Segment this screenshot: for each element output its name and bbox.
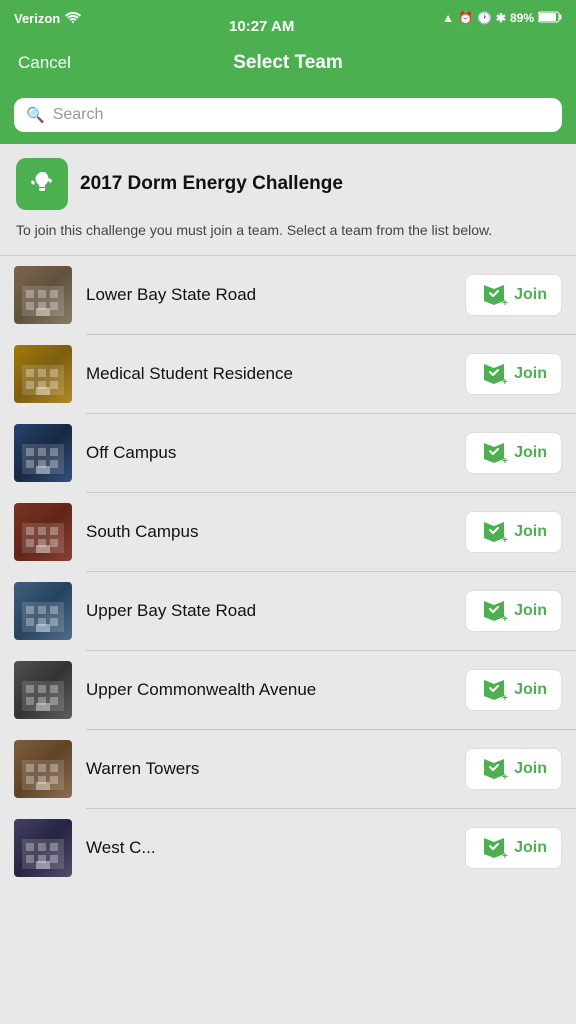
team-name-label: Medical Student Residence — [86, 363, 451, 385]
join-label: Join — [514, 602, 547, 620]
team-item: Upper Commonwealth Avenue + Join — [0, 651, 576, 729]
team-image — [14, 740, 72, 798]
svg-text:+: + — [502, 851, 508, 860]
status-left: Verizon — [14, 11, 81, 26]
team-item: Off Campus + Join — [0, 414, 576, 492]
search-bar: 🔍 — [14, 98, 562, 132]
team-item: South Campus + Join — [0, 493, 576, 571]
battery-label: 89% — [510, 11, 534, 25]
join-label: Join — [514, 760, 547, 778]
join-label: Join — [514, 839, 547, 857]
team-item: West C... + Join — [0, 809, 576, 887]
team-image — [14, 266, 72, 324]
alarm-icon: ⏰ — [458, 11, 473, 25]
team-item: Lower Bay State Road + Join — [0, 256, 576, 334]
team-name-label: Lower Bay State Road — [86, 284, 451, 306]
bluetooth-icon: ✱ — [496, 11, 506, 25]
join-button[interactable]: + Join — [465, 827, 562, 869]
clock-icon: 🕐 — [477, 11, 492, 25]
search-icon: 🔍 — [26, 106, 45, 124]
nav-bar: Cancel Select Team — [0, 36, 576, 90]
team-name-label: Upper Bay State Road — [86, 600, 451, 622]
team-image — [14, 424, 72, 482]
team-image — [14, 582, 72, 640]
team-item: Upper Bay State Road + Join — [0, 572, 576, 650]
join-button[interactable]: + Join — [465, 590, 562, 632]
status-right: ▲ ⏰ 🕐 ✱ 89% — [442, 11, 562, 26]
team-name-label: Warren Towers — [86, 758, 451, 780]
carrier-label: Verizon — [14, 11, 60, 26]
team-image — [14, 661, 72, 719]
challenge-icon — [16, 158, 68, 210]
team-image — [14, 819, 72, 877]
team-image — [14, 345, 72, 403]
challenge-header: 2017 Dorm Energy Challenge — [0, 144, 576, 220]
join-button[interactable]: + Join — [465, 274, 562, 316]
join-label: Join — [514, 365, 547, 383]
search-input[interactable] — [53, 106, 550, 124]
challenge-title: 2017 Dorm Energy Challenge — [80, 173, 343, 195]
team-name-label: Upper Commonwealth Avenue — [86, 679, 451, 701]
team-name-label: West C... — [86, 837, 451, 859]
team-item: Medical Student Residence + Join — [0, 335, 576, 413]
svg-text:+: + — [502, 456, 508, 465]
cancel-button[interactable]: Cancel — [18, 53, 71, 73]
join-button[interactable]: + Join — [465, 353, 562, 395]
team-name-label: Off Campus — [86, 442, 451, 464]
join-button[interactable]: + Join — [465, 748, 562, 790]
page-title: Select Team — [233, 52, 342, 74]
svg-text:+: + — [502, 614, 508, 623]
svg-text:+: + — [502, 377, 508, 386]
join-button[interactable]: + Join — [465, 432, 562, 474]
join-label: Join — [514, 444, 547, 462]
join-label: Join — [514, 286, 547, 304]
join-button[interactable]: + Join — [465, 511, 562, 553]
challenge-description: To join this challenge you must join a t… — [0, 220, 576, 255]
join-label: Join — [514, 681, 547, 699]
join-label: Join — [514, 523, 547, 541]
battery-icon — [538, 11, 562, 26]
svg-text:+: + — [502, 693, 508, 702]
svg-text:+: + — [502, 772, 508, 781]
team-image — [14, 503, 72, 561]
search-container: 🔍 — [0, 90, 576, 144]
join-button[interactable]: + Join — [465, 669, 562, 711]
location-icon: ▲ — [442, 11, 454, 25]
status-time: 10:27 AM — [229, 18, 294, 35]
team-item: Warren Towers + Join — [0, 730, 576, 808]
wifi-icon — [65, 11, 81, 26]
team-name-label: South Campus — [86, 521, 451, 543]
svg-text:+: + — [502, 298, 508, 307]
status-bar: Verizon 10:27 AM ▲ ⏰ 🕐 ✱ 89% — [0, 0, 576, 36]
team-list: Lower Bay State Road + Join Medical Stud… — [0, 256, 576, 887]
svg-text:+: + — [502, 535, 508, 544]
